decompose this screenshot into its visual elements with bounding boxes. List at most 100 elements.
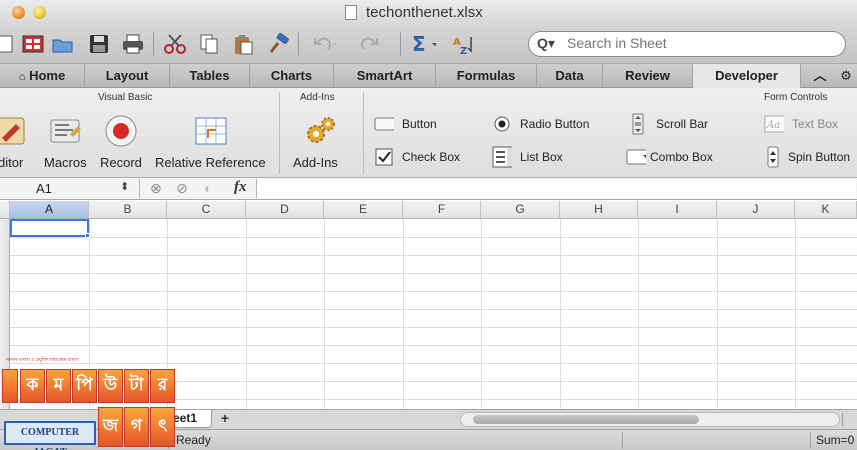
form-control-list-box[interactable]: List Box — [492, 146, 563, 168]
row-gridline — [10, 237, 857, 238]
status-sum: Sum=0 — [816, 433, 855, 447]
cancel-formula-icon[interactable]: ⊗ — [150, 180, 162, 197]
new-document-icon[interactable] — [0, 31, 18, 57]
column-header-e[interactable]: E — [324, 201, 403, 219]
horizontal-scroll-thumb[interactable] — [473, 415, 699, 424]
standard-toolbar: Σ AZ Q▾ — [0, 26, 857, 64]
column-gridline — [481, 219, 482, 409]
redo-icon[interactable] — [356, 31, 382, 57]
tab-data[interactable]: Data — [537, 64, 603, 88]
logo-block: জ — [98, 407, 123, 447]
macros-icon — [50, 119, 81, 143]
logo-block: পি — [72, 369, 97, 403]
form-control-combo-box[interactable]: Combo Box — [626, 148, 713, 166]
toolbar-separator — [298, 32, 299, 56]
column-header-h[interactable]: H — [560, 201, 638, 219]
text-box-icon: Aa — [764, 115, 784, 133]
check-box-icon — [374, 148, 394, 166]
window-title: techonthenet.xlsx — [366, 4, 483, 21]
search-input[interactable] — [567, 35, 837, 51]
search-icon[interactable]: Q▾ — [537, 35, 555, 52]
add-sheet-button[interactable]: + — [214, 411, 236, 427]
format-painter-icon[interactable] — [266, 31, 292, 57]
column-gridline — [403, 219, 404, 409]
form-control-button[interactable]: Button — [374, 115, 437, 133]
form-control-spin-button[interactable]: Spin Button — [766, 146, 850, 168]
logo-block: টা — [124, 369, 149, 403]
sort-filter-icon[interactable]: AZ — [452, 31, 478, 57]
tab-tables[interactable]: Tables — [170, 64, 250, 88]
form-control-text-box[interactable]: Aa Text Box — [764, 115, 838, 133]
formula-builder-icon[interactable]: ◐ — [204, 180, 212, 196]
tab-smartart[interactable]: SmartArt — [334, 64, 436, 88]
column-header-j[interactable]: J — [717, 201, 795, 219]
column-header-b[interactable]: B — [89, 201, 167, 219]
insert-function-icon[interactable]: fx — [234, 179, 247, 196]
column-header-g[interactable]: G — [481, 201, 560, 219]
gear-icon[interactable]: ⚙ — [836, 64, 856, 88]
status-separator — [810, 432, 811, 449]
undo-icon[interactable] — [310, 31, 336, 57]
tab-layout[interactable]: Layout — [85, 64, 170, 88]
form-control-radio-button[interactable]: Radio Button — [492, 115, 589, 133]
logo-block: র — [150, 369, 175, 403]
status-mode: Ready — [176, 433, 211, 447]
radio-button-icon — [492, 115, 512, 133]
column-gridline — [717, 219, 718, 409]
minimize-window-button[interactable] — [33, 6, 46, 19]
tab-formulas[interactable]: Formulas — [436, 64, 537, 88]
formula-input[interactable] — [256, 179, 856, 198]
open-folder-icon[interactable] — [50, 31, 76, 57]
list-box-icon — [492, 146, 512, 168]
column-gridline — [324, 219, 325, 409]
svg-text:Z: Z — [460, 46, 467, 55]
cut-icon[interactable] — [162, 31, 188, 57]
status-separator — [622, 432, 623, 449]
column-header-c[interactable]: C — [167, 201, 246, 219]
column-gridline — [638, 219, 639, 409]
row-gridline — [10, 309, 857, 310]
print-icon[interactable] — [120, 31, 146, 57]
logo-brand-text: COMPUTER JAGAT — [4, 421, 96, 450]
formula-bar: A1 ⬍ ⊗ ⊘ ◐ fx — [0, 178, 857, 200]
copy-icon[interactable] — [196, 31, 222, 57]
search-sheet-field[interactable]: Q▾ — [528, 31, 846, 57]
tab-review[interactable]: Review — [603, 64, 693, 88]
name-box-stepper-icon[interactable]: ⬍ — [120, 180, 129, 193]
logo-block — [2, 369, 18, 403]
form-control-check-box[interactable]: Check Box — [374, 148, 460, 166]
close-window-button[interactable] — [12, 6, 25, 19]
group-title-form-controls: Form Controls — [764, 92, 828, 103]
form-control-scroll-bar[interactable]: Scroll Bar — [628, 113, 708, 135]
tab-developer[interactable]: Developer — [693, 64, 801, 88]
row-gridline — [10, 273, 857, 274]
tab-charts[interactable]: Charts — [250, 64, 334, 88]
fill-handle[interactable] — [85, 233, 90, 238]
horizontal-scrollbar[interactable] — [460, 412, 840, 427]
column-header-i[interactable]: I — [638, 201, 717, 219]
row-gridline — [10, 327, 857, 328]
column-header-a[interactable]: A — [10, 201, 89, 219]
select-all-corner[interactable] — [0, 201, 10, 219]
gallery-icon[interactable] — [20, 31, 46, 57]
record-icon — [105, 115, 137, 147]
selected-cell-a1[interactable] — [10, 219, 89, 237]
autosum-icon[interactable]: Σ — [410, 31, 436, 57]
toolbar-separator — [153, 32, 154, 56]
ribbon-tab-bar: ⌂ Home Layout Tables Charts SmartArt For… — [0, 64, 857, 88]
column-header-d[interactable]: D — [246, 201, 324, 219]
name-box[interactable]: A1 ⬍ — [0, 179, 140, 198]
editor-icon — [0, 117, 25, 145]
split-handle-icon[interactable] — [842, 413, 854, 426]
group-separator — [279, 92, 280, 174]
enter-formula-icon[interactable]: ⊘ — [176, 180, 188, 197]
group-title-add-ins: Add-Ins — [300, 92, 335, 103]
save-icon[interactable] — [86, 31, 112, 57]
logo-block: ম — [46, 369, 71, 403]
column-header-k[interactable]: K — [795, 201, 857, 219]
column-gridline — [560, 219, 561, 409]
tab-home[interactable]: ⌂ Home — [0, 64, 85, 88]
column-header-f[interactable]: F — [403, 201, 481, 219]
collapse-ribbon-icon[interactable]: ︿ — [806, 64, 834, 88]
paste-icon[interactable] — [230, 31, 256, 57]
